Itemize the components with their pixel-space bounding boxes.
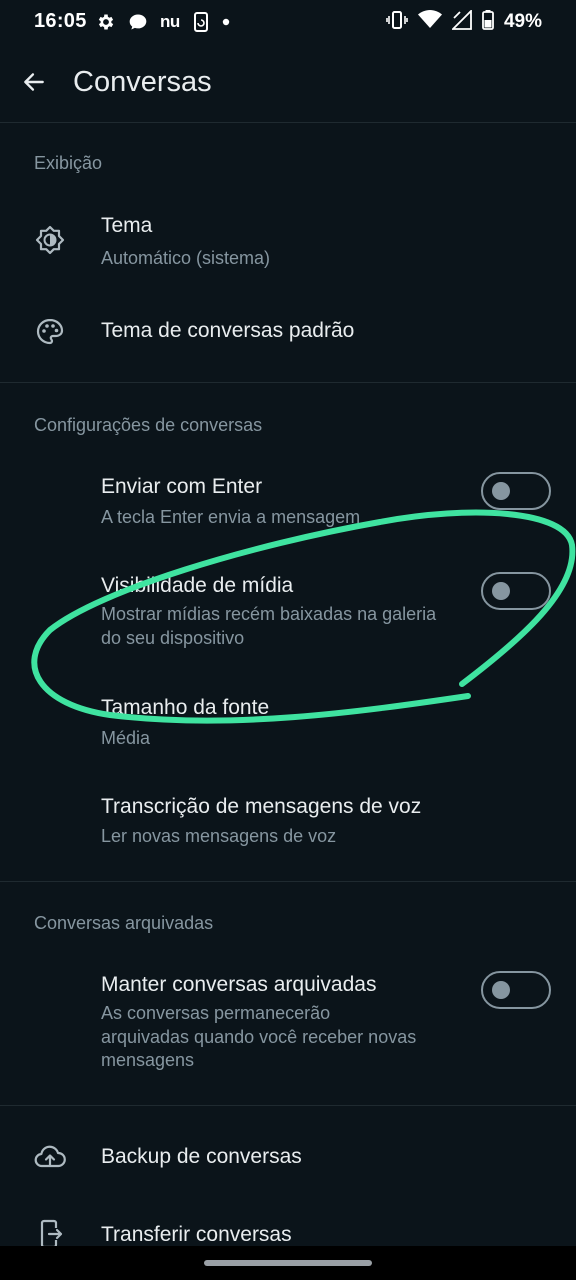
chat-bubble-icon	[128, 12, 148, 32]
voice-transcription-title: Transcrição de mensagens de voz	[101, 795, 422, 818]
battery-icon	[482, 9, 494, 35]
status-bar: 16:05 nu 49%	[0, 0, 576, 44]
media-visibility-subtitle: Mostrar mídias recém baixadas na galeria…	[101, 604, 437, 648]
media-visibility-title: Visibilidade de mídia	[101, 574, 294, 597]
toggle-knob	[492, 981, 510, 999]
brightness-theme-icon	[34, 224, 66, 256]
status-left-icons: nu	[96, 10, 230, 34]
voice-transcription-subtitle: Ler novas mensagens de voz	[101, 826, 337, 846]
transfer-title: Transferir conversas	[101, 1223, 292, 1246]
palette-icon	[34, 316, 66, 348]
keep-archived-subtitle: As conversas permanecerão arquivadas qua…	[101, 1003, 417, 1070]
nu-app-icon: nu	[160, 12, 180, 31]
section-header-chat-settings: Configurações de conversas	[34, 415, 263, 435]
section-header-display: Exibição	[34, 153, 103, 173]
arrow-back-icon	[21, 69, 47, 100]
divider	[0, 382, 576, 383]
signal-icon	[450, 8, 472, 35]
theme-subtitle: Automático (sistema)	[101, 248, 271, 268]
divider	[0, 1105, 576, 1106]
section-header-archived: Conversas arquivadas	[34, 913, 214, 933]
status-right-icons: 49%	[386, 8, 542, 35]
battery-percentage: 49%	[503, 11, 542, 32]
vibrate-icon	[386, 10, 408, 35]
enter-send-title: Enviar com Enter	[101, 475, 263, 498]
app-bar: Conversas	[0, 44, 576, 123]
chat-theme-title: Tema de conversas padrão	[101, 319, 355, 342]
dot-icon	[222, 18, 230, 26]
enter-send-toggle[interactable]	[481, 472, 551, 510]
enter-send-subtitle: A tecla Enter envia a mensagem	[101, 507, 361, 527]
gesture-nav-bar	[0, 1246, 576, 1280]
phone-rotation-icon	[192, 11, 210, 33]
font-size-title: Tamanho da fonte	[101, 696, 270, 719]
toggle-knob	[492, 482, 510, 500]
keep-archived-toggle[interactable]	[481, 971, 551, 1009]
settings-gear-icon	[96, 12, 116, 32]
wifi-icon	[417, 9, 442, 35]
font-size-subtitle: Média	[101, 728, 151, 748]
media-visibility-toggle[interactable]	[481, 572, 551, 610]
toggle-knob	[492, 582, 510, 600]
cloud-upload-icon	[34, 1141, 66, 1173]
keep-archived-title: Manter conversas arquivadas	[101, 973, 377, 996]
divider	[0, 881, 576, 882]
page-title: Conversas	[73, 66, 212, 98]
back-button[interactable]	[18, 68, 50, 100]
backup-title: Backup de conversas	[101, 1145, 302, 1168]
status-time: 16:05	[34, 10, 87, 32]
theme-title: Tema	[101, 214, 153, 237]
home-handle[interactable]	[204, 1260, 372, 1266]
